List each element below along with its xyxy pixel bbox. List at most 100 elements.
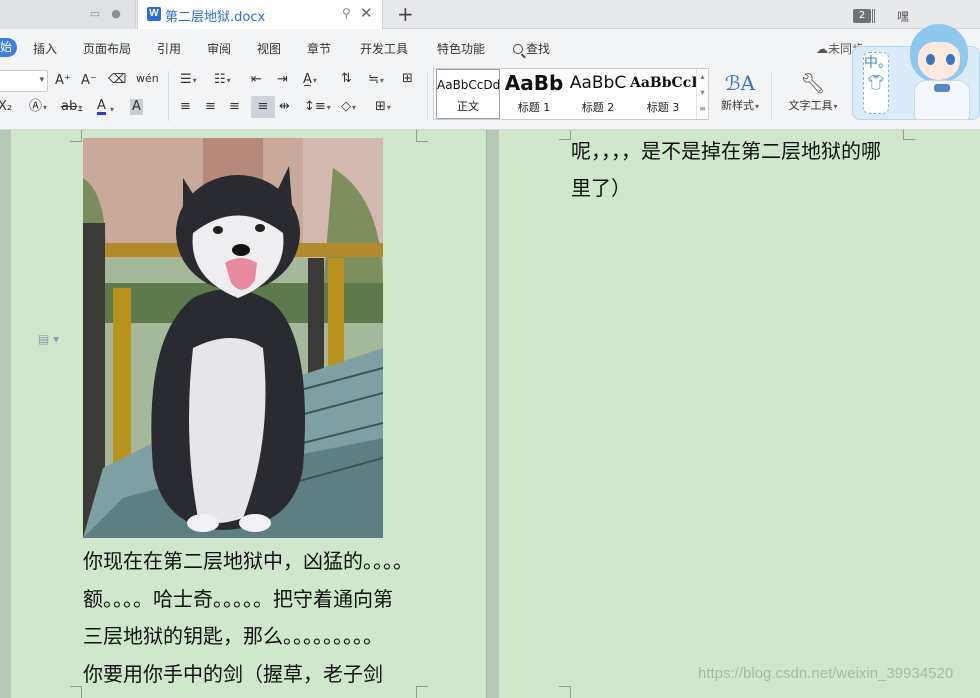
margin-corner	[559, 686, 571, 698]
eraser-icon[interactable]: ⌫	[108, 72, 126, 88]
text-direction-icon[interactable]: A̲▾	[303, 72, 317, 89]
new-style-button[interactable]: ℬA 新样式▾	[716, 69, 764, 121]
style-sample: AaBb	[504, 71, 564, 95]
style-sample: AaBbCcI	[630, 75, 696, 91]
window-count-badge[interactable]: 2	[853, 9, 871, 23]
husky-illustration	[83, 138, 383, 538]
styles-gallery: AaBbCcDd 正文 AaBb 标题 1 AaBbC 标题 2 AaBbCcI…	[433, 68, 709, 120]
doc-line[interactable]: 你现在在第二层地狱中，凶猛的。。。。	[83, 543, 413, 581]
menu-start-tab[interactable]: 始	[0, 38, 17, 57]
page-right[interactable]: 呢，，，，是不是掉在第二层地狱的哪 里了）	[499, 130, 980, 698]
shirt-icon: 👕︎	[867, 75, 885, 91]
menu-review[interactable]: 审阅	[207, 40, 231, 57]
doc-line[interactable]: 你要用你手中的剑（握草，老子剑	[83, 656, 383, 694]
doc-line[interactable]: 额。。。。哈士奇。。。。。把守着通向第	[83, 581, 393, 619]
search-label: 查找	[526, 42, 551, 56]
new-style-icon: ℬA	[724, 71, 756, 95]
grow-font-button[interactable]: A⁺	[55, 73, 71, 89]
ribbon: 始 插入 页面布局 引用 审阅 视图 章节 开发工具 特色功能 查找 ☁未同步 …	[0, 29, 980, 130]
shrink-font-button[interactable]: A⁻	[81, 73, 97, 89]
doc-line[interactable]: 里了）	[571, 170, 631, 208]
menu-insert[interactable]: 插入	[33, 40, 57, 57]
style-name: 标题 1	[517, 101, 551, 114]
mascot-eye	[946, 54, 955, 65]
toolbar: ▾ A⁺ A⁻ ⌫ wén X₂ Ⓐ▾ ab▾ A ▾ A ☰▾ ☷▾ ⇤ ⇥ …	[0, 65, 980, 129]
new-tab-button[interactable]: +	[397, 2, 414, 26]
close-icon[interactable]: ✕	[360, 4, 373, 22]
menu-bar: 始 插入 页面布局 引用 审阅 视图 章节 开发工具 特色功能 查找 ☁未同步	[0, 29, 980, 65]
decrease-indent-icon[interactable]: ⇤	[251, 72, 262, 88]
text-tools-label: 文字工具	[788, 99, 833, 112]
chevron-down-icon[interactable]: ▾	[700, 88, 704, 97]
pin-icon[interactable]: ⚲	[342, 6, 351, 20]
style-name: 正文	[457, 100, 479, 113]
align-left-icon[interactable]: ≡	[180, 99, 191, 115]
increase-indent-icon[interactable]: ⇥	[277, 72, 288, 88]
search-icon	[513, 44, 523, 54]
doc-line[interactable]: 呢，，，，是不是掉在第二层地狱的哪	[571, 133, 881, 171]
mascot-widget[interactable]: 中。 👕︎	[852, 24, 980, 124]
mascot-ribbon	[934, 84, 950, 92]
margin-corner	[559, 130, 571, 140]
menu-page-layout[interactable]: 页面布局	[83, 40, 131, 57]
sort-icon[interactable]: ⇅	[341, 71, 352, 87]
numbered-list-icon[interactable]: ☷▾	[214, 72, 231, 89]
align-justify-icon[interactable]: ≡	[251, 96, 275, 118]
user-label[interactable]: 嘿	[897, 8, 909, 25]
shading-fill-icon[interactable]: ◇▾	[341, 99, 356, 116]
char-shading-icon[interactable]: A	[130, 99, 143, 115]
line-spacing-adjust-icon[interactable]: ≒▾	[368, 72, 384, 89]
style-name: 标题 2	[581, 101, 615, 114]
doc-line[interactable]: 三层地狱的钥匙，那么。。。。。。。。。	[83, 618, 383, 656]
margin-corner	[70, 686, 82, 698]
style-sample: AaBbC	[569, 73, 627, 93]
line-spacing-icon[interactable]: ↕≡▾	[304, 99, 331, 116]
more-icon[interactable]: ≡	[699, 104, 706, 113]
menu-developer[interactable]: 开发工具	[360, 40, 408, 57]
tab-previous[interactable]: ▭ ●	[0, 0, 136, 29]
strikethrough-icon[interactable]: ab▾	[61, 99, 82, 116]
watermark: https://blog.csdn.net/weixin_39934520	[698, 665, 954, 682]
style-heading-1[interactable]: AaBb 标题 1	[502, 69, 566, 119]
align-right-icon[interactable]: ≡	[229, 99, 240, 115]
window-count-bar-icon	[872, 9, 875, 23]
gallery-scroll[interactable]: ▴ ▾ ≡	[696, 69, 708, 119]
font-color-icon[interactable]: A	[97, 99, 106, 115]
menu-chapter[interactable]: 章节	[307, 40, 331, 57]
page-left[interactable]: ▤ ▾ 你现在在第二层地狱中，凶猛的。。。。 额。。。。哈士奇。。。。。把守着通…	[11, 130, 487, 698]
tab-document[interactable]: W 第二层地狱.docx ⚲ ✕	[137, 0, 383, 29]
font-color-chevron-icon[interactable]: ▾	[109, 101, 114, 118]
borders-icon[interactable]: ⊞▾	[375, 99, 391, 116]
text-effect-icon[interactable]: Ⓐ▾	[29, 99, 47, 116]
phonetic-button[interactable]: wén	[136, 71, 159, 87]
wrench-icon: 🔧︎	[800, 71, 826, 95]
style-normal[interactable]: AaBbCcDd 正文	[436, 69, 500, 119]
husky-photo[interactable]	[83, 138, 383, 538]
mascot-eye	[926, 54, 935, 65]
text-tools-button[interactable]: 🔧︎ 文字工具▾	[782, 69, 844, 121]
input-method-badge[interactable]: 中。 👕︎	[863, 52, 892, 114]
chevron-up-icon[interactable]: ▴	[700, 72, 704, 81]
menu-special-features[interactable]: 特色功能	[437, 40, 485, 57]
subscript-icon[interactable]: X₂	[0, 99, 12, 115]
tab-title: 第二层地狱.docx	[165, 10, 266, 25]
cloud-icon: ☁	[816, 42, 828, 56]
monitor-icon: ▭	[89, 7, 101, 20]
dot-icon: ●	[111, 7, 121, 20]
bullet-list-icon[interactable]: ☰▾	[180, 72, 197, 89]
paragraph-options-icon[interactable]: ▤ ▾	[38, 332, 59, 346]
tab-bar: ▭ ● W 第二层地狱.docx ⚲ ✕ + 2 嘿	[0, 0, 980, 29]
menu-search[interactable]: 查找	[513, 40, 550, 57]
menu-view[interactable]: 视图	[257, 40, 281, 57]
margin-corner	[70, 130, 82, 142]
menu-references[interactable]: 引用	[157, 40, 181, 57]
font-size-select[interactable]: ▾	[0, 70, 48, 92]
distributed-align-icon[interactable]: ⇹	[279, 99, 290, 115]
document-area: ▤ ▾ 你现在在第二层地狱中，凶猛的。。。。 额。。。。哈士奇。。。。。把守着通…	[0, 130, 980, 698]
chevron-down-icon: ▾	[39, 75, 44, 85]
style-heading-2[interactable]: AaBbC 标题 2	[566, 69, 630, 119]
align-center-icon[interactable]: ≡	[205, 99, 216, 115]
table-border-icon[interactable]: ⊞	[402, 71, 413, 87]
style-heading-3[interactable]: AaBbCcI 标题 3	[630, 69, 696, 119]
style-name: 标题 3	[646, 101, 680, 114]
